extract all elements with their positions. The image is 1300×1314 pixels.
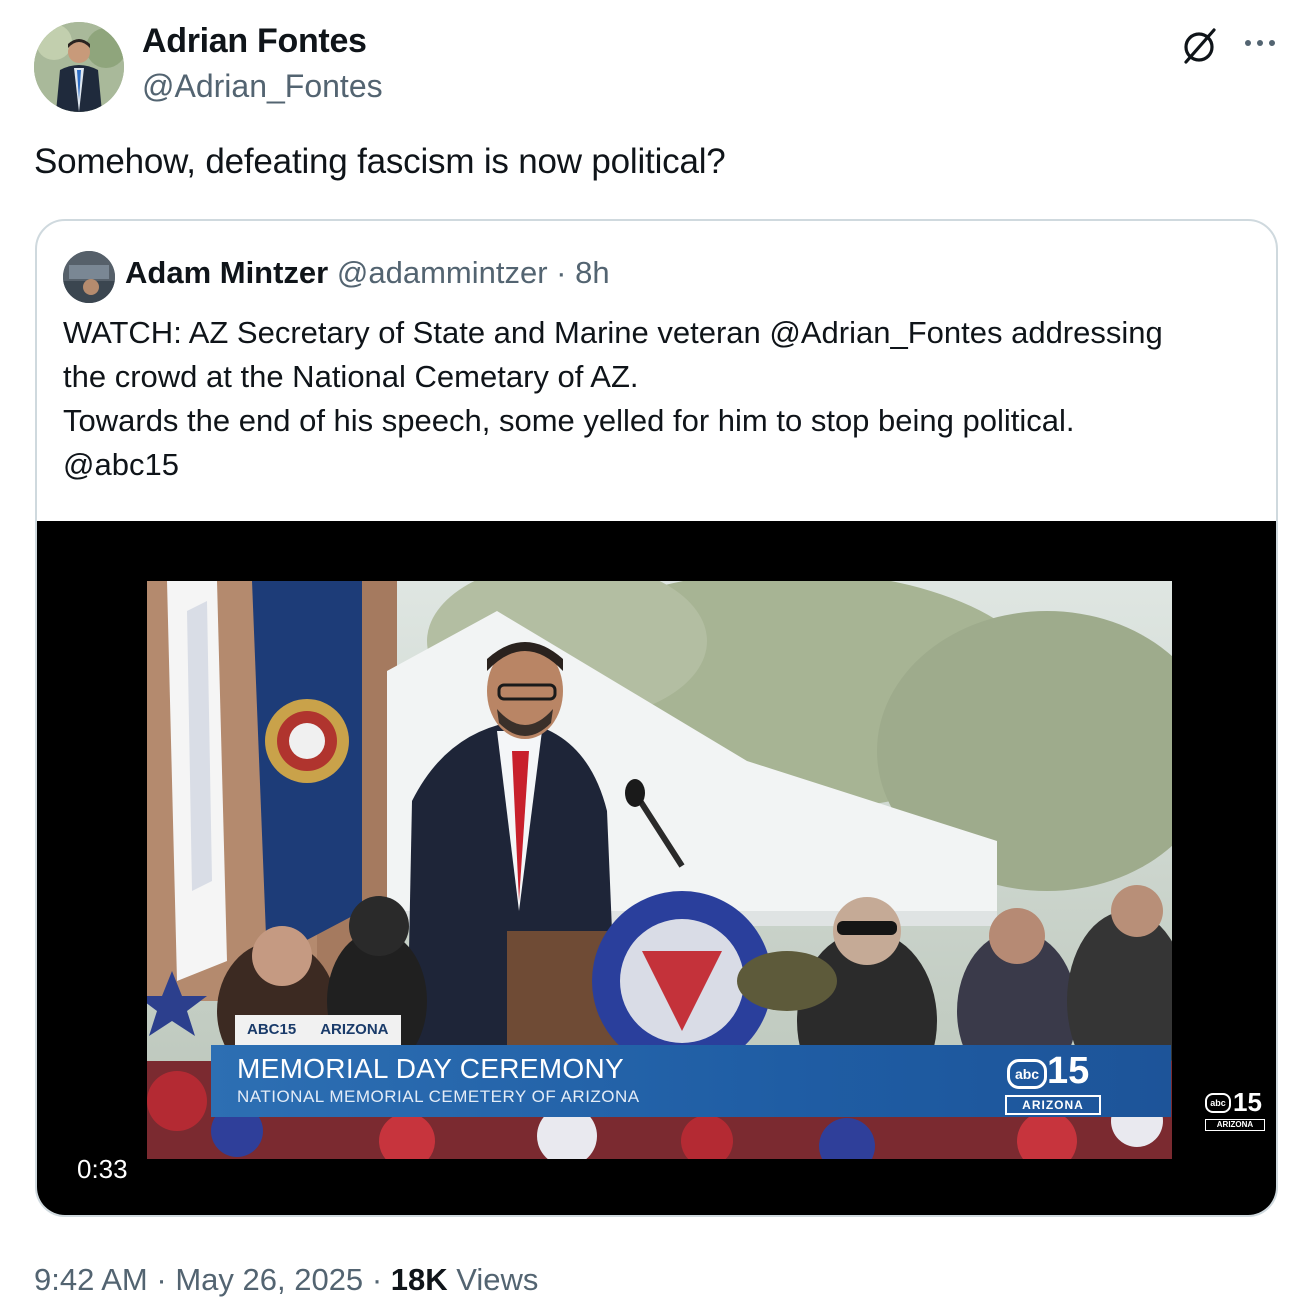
abc-logo-number: 15 [1047,1050,1090,1092]
meta-separator: · [556,255,567,290]
footer-separator: · [156,1262,167,1297]
quoted-tweet-meta: Adam Mintzer @adammintzer · 8h [125,255,610,291]
abc15-logo: abc 15 ARIZONA [1005,1049,1101,1115]
bug-logo-state: ARIZONA [1205,1119,1265,1131]
abc15-bug-logo: abc 15 ARIZONA [1205,1089,1267,1133]
quoted-text-line: the crowd at the National Cemetary of AZ… [63,359,639,394]
channel-tag: ABC15 [235,1015,309,1045]
video-duration-badge: 0:33 [65,1149,140,1189]
author-handle[interactable]: @Adrian_Fontes [142,68,383,105]
region-tag: ARIZONA [308,1015,401,1045]
video-player[interactable]: ABC15 ARIZONA MEMORIAL DAY CEREMONY NATI… [37,521,1276,1215]
quoted-text-line: WATCH: AZ Secretary of State and Marine … [63,315,1163,350]
footer-separator: · [371,1262,383,1297]
lower-third-title: MEMORIAL DAY CEREMONY [237,1053,624,1084]
quoted-author-avatar[interactable] [63,251,115,303]
abc-logo-state: ARIZONA [1005,1095,1101,1115]
abc-logo-text: abc [1007,1059,1047,1089]
quoted-tweet-card[interactable]: Adam Mintzer @adammintzer · 8h WATCH: AZ… [35,219,1278,1217]
quoted-timestamp[interactable]: 8h [575,255,609,290]
post-date[interactable]: May 26, 2025 [175,1262,363,1297]
quoted-tweet-text: WATCH: AZ Secretary of State and Marine … [63,311,1253,487]
quoted-author-handle[interactable]: @adammintzer [337,255,548,290]
author-avatar[interactable] [34,22,124,112]
grok-icon[interactable] [1180,26,1220,66]
lower-third-tags: ABC15 ARIZONA [235,1015,401,1045]
author-name[interactable]: Adrian Fontes [142,22,367,61]
quoted-avatar-image [63,251,115,303]
views-count[interactable]: 18K [391,1262,448,1297]
quoted-author-name[interactable]: Adam Mintzer [125,255,328,290]
lower-third-subtitle: NATIONAL MEMORIAL CEMETERY OF ARIZONA [237,1087,640,1106]
quoted-text-line: Towards the end of his speech, some yell… [63,403,1075,438]
quoted-text-line: @abc15 [63,447,179,482]
post-time[interactable]: 9:42 AM [34,1262,148,1297]
bug-logo-text: abc [1205,1093,1231,1113]
bug-logo-number: 15 [1233,1087,1262,1117]
views-label: Views [456,1262,539,1297]
video-frame: ABC15 ARIZONA MEMORIAL DAY CEREMONY NATI… [147,581,1172,1159]
tweet-footer: 9:42 AM · May 26, 2025 · 18K Views [34,1262,538,1298]
author-avatar-image [34,22,124,112]
tweet-header: Adrian Fontes @Adrian_Fontes [0,0,1300,120]
more-options-icon[interactable] [1240,28,1280,58]
tweet-text: Somehow, defeating fascism is now politi… [34,142,726,181]
